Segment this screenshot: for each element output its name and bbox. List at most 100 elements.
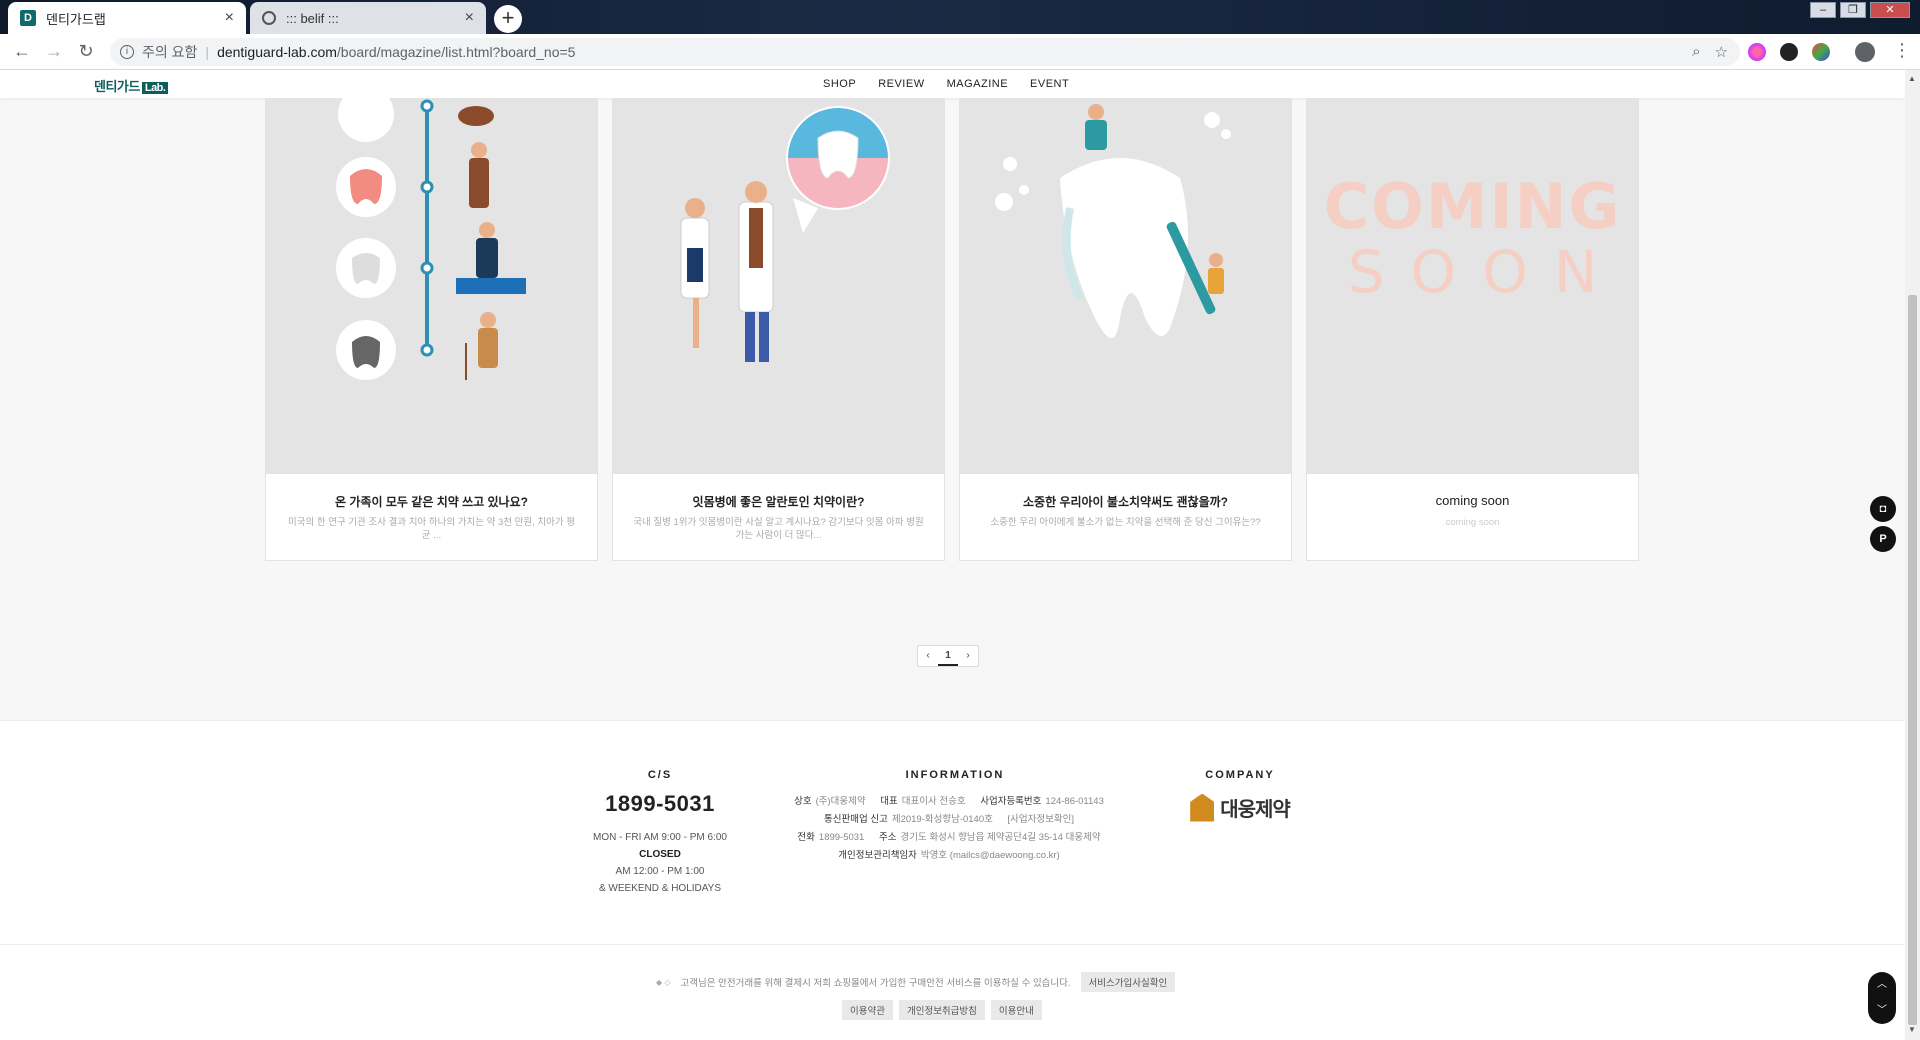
- card-title: 잇몸병에 좋은 알란토인 치약이란?: [692, 495, 865, 509]
- information-heading: INFORMATION: [905, 769, 1005, 781]
- footer-divider: [0, 944, 1905, 945]
- info-key: 대표: [880, 796, 898, 807]
- card-desc: 소중한 우리 아이에게 불소가 없는 치약을 선택해 준 당신 그이유는??: [990, 517, 1261, 528]
- info-key: 통신판매업 신고: [824, 814, 888, 825]
- terms-link[interactable]: 이용약관: [842, 1000, 893, 1020]
- url-host: dentiguard-lab.com: [217, 44, 337, 60]
- escrow-check-button[interactable]: 서비스가입사실확인: [1080, 972, 1176, 992]
- extension-icon[interactable]: [1748, 43, 1766, 61]
- close-tab-icon[interactable]: ×: [465, 9, 474, 27]
- account-icon[interactable]: [1855, 42, 1875, 62]
- card-title: 온 가족이 모두 같은 치약 쓰고 있나요?: [335, 495, 528, 509]
- tab-belif[interactable]: ::: belif ::: ×: [250, 2, 486, 34]
- restore-icon[interactable]: ❐: [1840, 2, 1866, 18]
- info-value: 대표이사 전승호: [901, 796, 966, 807]
- scroll-down-arrow-icon[interactable]: ▼: [1908, 1025, 1916, 1034]
- main-nav: SHOP REVIEW MAGAZINE EVENT: [823, 78, 1069, 90]
- footer: C/S 1899-5031 MON - FRI AM 9:00 - PM 6:0…: [0, 720, 1905, 1040]
- nav-review[interactable]: REVIEW: [878, 78, 924, 90]
- cs-hours: MON - FRI AM 9:00 - PM 6:00 CLOSED AM 12…: [580, 829, 740, 897]
- page-1-button[interactable]: 1: [938, 646, 958, 666]
- site-logo[interactable]: 덴티가드 Lab.: [94, 76, 169, 95]
- nav-event[interactable]: EVENT: [1030, 78, 1069, 90]
- kids-fluoride-tooth-illustration: [995, 104, 1231, 338]
- back-icon[interactable]: ←: [6, 41, 38, 62]
- magazine-card[interactable]: 소중한 우리아이 불소치약써도 괜찮을까? 소중한 우리 아이에게 불소가 없는…: [959, 98, 1292, 561]
- magazine-card[interactable]: COMING SOON coming soon coming soon: [1306, 98, 1639, 561]
- scroll-up-icon[interactable]: ︿: [1868, 972, 1896, 998]
- card-thumbnail: [613, 98, 944, 474]
- globe-icon: [262, 11, 276, 25]
- coming-soon-word: SOON: [1347, 238, 1624, 306]
- dentiguard-favicon-icon: D: [20, 10, 36, 26]
- escrow-notice: ◆ ◇ 고객님은 안전거래를 위해 결제시 저희 쇼핑몰에서 가입한 구매안전 …: [656, 972, 1176, 992]
- doctors-gum-illustration: [680, 106, 890, 362]
- nav-magazine[interactable]: MAGAZINE: [947, 78, 1008, 90]
- company-info: 상호 (주)대웅제약 대표 대표이사 전승호 사업자등록번호 124-86-01143…: [770, 793, 1140, 865]
- menu-icon[interactable]: ⋮: [1893, 40, 1911, 61]
- new-tab-button[interactable]: +: [494, 5, 522, 33]
- card-thumbnail: COMING SOON: [1307, 98, 1638, 474]
- information-column: INFORMATION 상호 (주)대웅제약 대표 대표이사 전승호 사업자등록번호…: [770, 769, 1140, 865]
- window-close-icon[interactable]: ✕: [1870, 2, 1910, 18]
- nav-shop[interactable]: SHOP: [823, 78, 856, 90]
- forward-icon[interactable]: →: [38, 41, 70, 62]
- scroll-down-icon[interactable]: ﹀: [1868, 998, 1896, 1024]
- company-heading: COMPANY: [1205, 769, 1275, 781]
- cs-heading: C/S: [647, 769, 673, 781]
- url-path: /board/magazine/list.html?board_no=5: [336, 44, 576, 60]
- company-column: COMPANY 대웅제약: [1160, 769, 1320, 822]
- info-icon[interactable]: i: [120, 45, 134, 59]
- cs-column: C/S 1899-5031 MON - FRI AM 9:00 - PM 6:0…: [580, 769, 740, 897]
- company-name: 대웅제약: [1220, 799, 1291, 821]
- cs-closed-label: CLOSED: [639, 849, 681, 860]
- card-desc: 미국의 한 연구 기관 조사 결과 치아 하나의 가치는 약 3천 만원, 치아…: [288, 517, 575, 541]
- info-value: 124-86-01143: [1045, 796, 1104, 807]
- extension-icon[interactable]: [1780, 43, 1798, 61]
- minimize-icon[interactable]: –: [1810, 2, 1836, 18]
- browser-tab-strip: D 덴티가드랩 × ::: belif ::: × + – ❐ ✕: [0, 0, 1920, 34]
- coming-soon-word: COMING: [1323, 170, 1622, 243]
- reload-icon[interactable]: ↻: [70, 41, 102, 62]
- guide-link[interactable]: 이용안내: [990, 1000, 1042, 1020]
- card-thumbnail: [266, 98, 597, 474]
- card-thumbnail: [960, 98, 1291, 474]
- cs-holidays: & WEEKEND & HOLIDAYS: [598, 883, 722, 894]
- info-value: 1899-5031: [818, 832, 865, 843]
- tab-dentiguard[interactable]: D 덴티가드랩 ×: [8, 2, 246, 34]
- escrow-text: 고객님은 안전거래를 위해 결제시 저희 쇼핑몰에서 가입한 구매안전 서비스를…: [680, 978, 1071, 989]
- magazine-card[interactable]: 잇몸병에 좋은 알란토인 치약이란? 국내 질병 1위가 잇몸병이란 사실 알고…: [612, 98, 945, 561]
- extension-icon[interactable]: [1812, 43, 1830, 61]
- escrow-marks-icon: ◆ ◇: [656, 977, 671, 987]
- daewoong-logo: 대웅제약: [1160, 793, 1320, 822]
- extensions: [1748, 43, 1830, 61]
- info-key: 주소: [878, 832, 897, 843]
- scroll-up-arrow-icon[interactable]: ▲: [1908, 74, 1916, 83]
- business-check-link[interactable]: [사업자정보확인]: [1008, 814, 1074, 825]
- card-title: coming soon: [1435, 493, 1510, 508]
- magazine-card[interactable]: 온 가족이 모두 같은 치약 쓰고 있나요? 미국의 한 연구 기관 조사 결과…: [265, 98, 598, 561]
- zoom-icon[interactable]: ⌕: [1692, 43, 1700, 61]
- scroll-top-bottom-button[interactable]: ︿ ﹀: [1868, 972, 1896, 1024]
- instagram-icon[interactable]: ◘: [1870, 496, 1896, 522]
- cs-weekday-hours: MON - FRI AM 9:00 - PM 6:00: [593, 832, 727, 843]
- info-value: 경기도 화성시 향남읍 제약공단4길 35-14 대웅제약: [900, 832, 1101, 843]
- window-controls: – ❐ ✕: [1810, 2, 1910, 18]
- pay-icon[interactable]: P: [1870, 526, 1896, 552]
- info-key: 상호: [794, 796, 812, 807]
- close-tab-icon[interactable]: ×: [225, 9, 234, 27]
- privacy-link[interactable]: 개인정보취급방침: [898, 1000, 985, 1020]
- pagination: ‹ 1 ›: [917, 645, 979, 667]
- page-scrollbar[interactable]: ▲ ▼: [1905, 70, 1920, 1040]
- bookmark-star-icon[interactable]: ☆: [1715, 43, 1728, 61]
- cs-phone: 1899-5031: [605, 791, 715, 816]
- tab-title: 덴티가드랩: [46, 11, 106, 27]
- footer-links: 이용약관 개인정보취급방침 이용안내: [842, 1000, 1042, 1020]
- prev-page-button[interactable]: ‹: [918, 646, 938, 666]
- scrollbar-thumb[interactable]: [1908, 295, 1917, 1025]
- logo-text: 덴티가드: [94, 79, 140, 94]
- cs-lunch-hours: AM 12:00 - PM 1:00: [615, 866, 705, 877]
- url-field[interactable]: i 주의 요함 | dentiguard-lab.com /board/maga…: [110, 38, 1740, 66]
- next-page-button[interactable]: ›: [958, 646, 978, 666]
- info-key: 사업자등록번호: [980, 796, 1042, 807]
